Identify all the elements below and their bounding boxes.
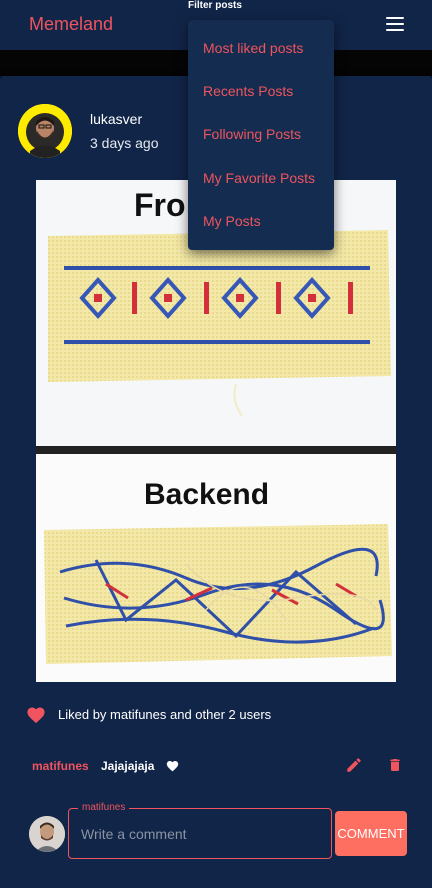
comment-button[interactable]: COMMENT	[335, 811, 407, 856]
menu-item-favorite[interactable]: My Favorite Posts	[203, 170, 315, 186]
comment-like-heart-icon[interactable]	[166, 760, 179, 772]
post-image: Fro Backend	[36, 180, 396, 682]
author-avatar[interactable]	[18, 104, 72, 158]
meme-top-caption: Fro	[134, 187, 186, 223]
post-author[interactable]: lukasver	[90, 111, 142, 127]
menu-icon[interactable]	[386, 17, 404, 31]
likes-summary: Liked by matifunes and other 2 users	[58, 707, 272, 722]
post-time: 3 days ago	[90, 135, 159, 151]
comment-field-label: matifunes	[78, 802, 130, 813]
comment-field	[68, 808, 332, 859]
comment-text: Jajajajaja	[101, 759, 155, 773]
like-button[interactable]	[26, 705, 46, 725]
filter-posts-menu: Most liked posts Recents Posts Following…	[188, 20, 334, 250]
menu-item-my-posts[interactable]: My Posts	[203, 213, 261, 229]
menu-item-recent[interactable]: Recents Posts	[203, 83, 293, 99]
comment-input[interactable]	[69, 809, 331, 858]
meme-bottom-caption: Backend	[144, 478, 269, 511]
comment-author[interactable]: matifunes	[32, 759, 89, 773]
menu-item-most-liked[interactable]: Most liked posts	[203, 40, 303, 56]
edit-icon[interactable]	[345, 756, 363, 774]
app-title[interactable]: Memeland	[29, 14, 113, 35]
menu-item-following[interactable]: Following Posts	[203, 126, 301, 142]
filter-posts-label: Filter posts	[188, 0, 242, 11]
delete-icon[interactable]	[387, 756, 403, 774]
current-user-avatar[interactable]	[29, 816, 65, 852]
heart-icon	[27, 707, 45, 724]
